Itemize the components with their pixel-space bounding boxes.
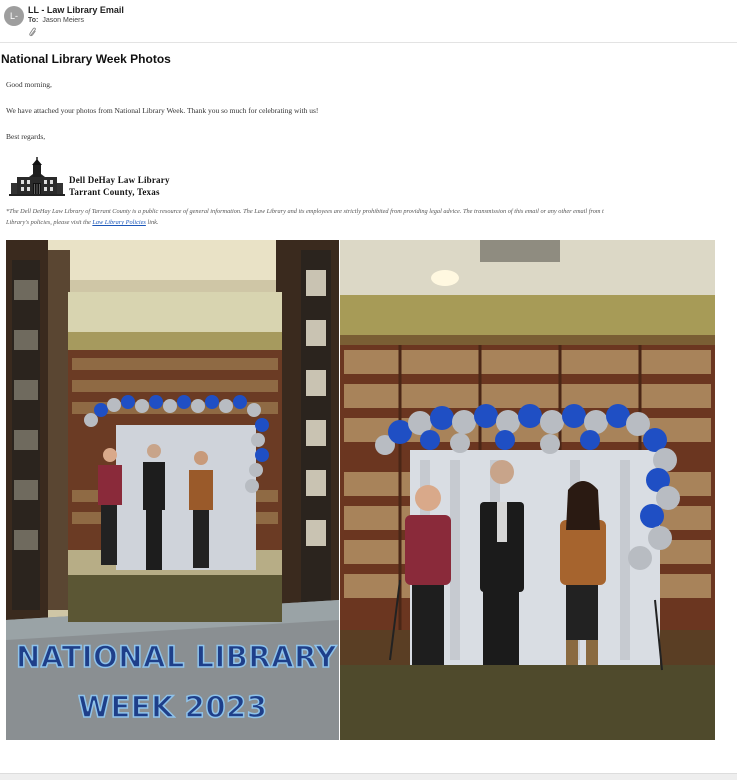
library-name: Dell DeHay Law Library Tarrant County, T… xyxy=(69,174,170,198)
recipient-name[interactable]: Jason Meiers xyxy=(42,17,84,24)
email-subject: National Library Week Photos xyxy=(1,52,171,66)
disclaimer-text: Library's policies, please visit the xyxy=(6,219,93,226)
to-label: To: xyxy=(28,17,39,24)
disclaimer-line1: *The Dell DeHay Law Library of Tarrant C… xyxy=(6,208,604,215)
greeting-text: Good morning, xyxy=(6,80,52,89)
library-name-line2: Tarrant County, Texas xyxy=(69,187,160,197)
message-text: We have attached your photos from Nation… xyxy=(6,106,319,115)
email-header: L- LL - Law Library Email To: Jason Meier… xyxy=(0,0,737,43)
disclaimer-line2: Library's policies, please visit the Law… xyxy=(6,217,737,228)
paperclip-icon[interactable] xyxy=(28,27,38,37)
sender-name[interactable]: LL - Law Library Email xyxy=(28,5,124,15)
disclaimer: *The Dell DeHay Law Library of Tarrant C… xyxy=(6,206,737,228)
attached-photo-main[interactable] xyxy=(340,240,715,740)
law-library-policies-link[interactable]: Law Library Policies xyxy=(92,219,146,226)
recipient-row: To: Jason Meiers xyxy=(28,17,84,24)
courthouse-logo xyxy=(9,157,65,196)
signoff-text: Best regards, xyxy=(6,132,46,141)
library-name-line1: Dell DeHay Law Library xyxy=(69,175,170,185)
banner-title-line2: WEEK 2023 xyxy=(77,689,268,725)
sender-avatar: L- xyxy=(4,6,24,26)
banner-title-line1: NATIONAL LIBRARY xyxy=(15,639,337,675)
disclaimer-text-end: link. xyxy=(145,219,159,226)
